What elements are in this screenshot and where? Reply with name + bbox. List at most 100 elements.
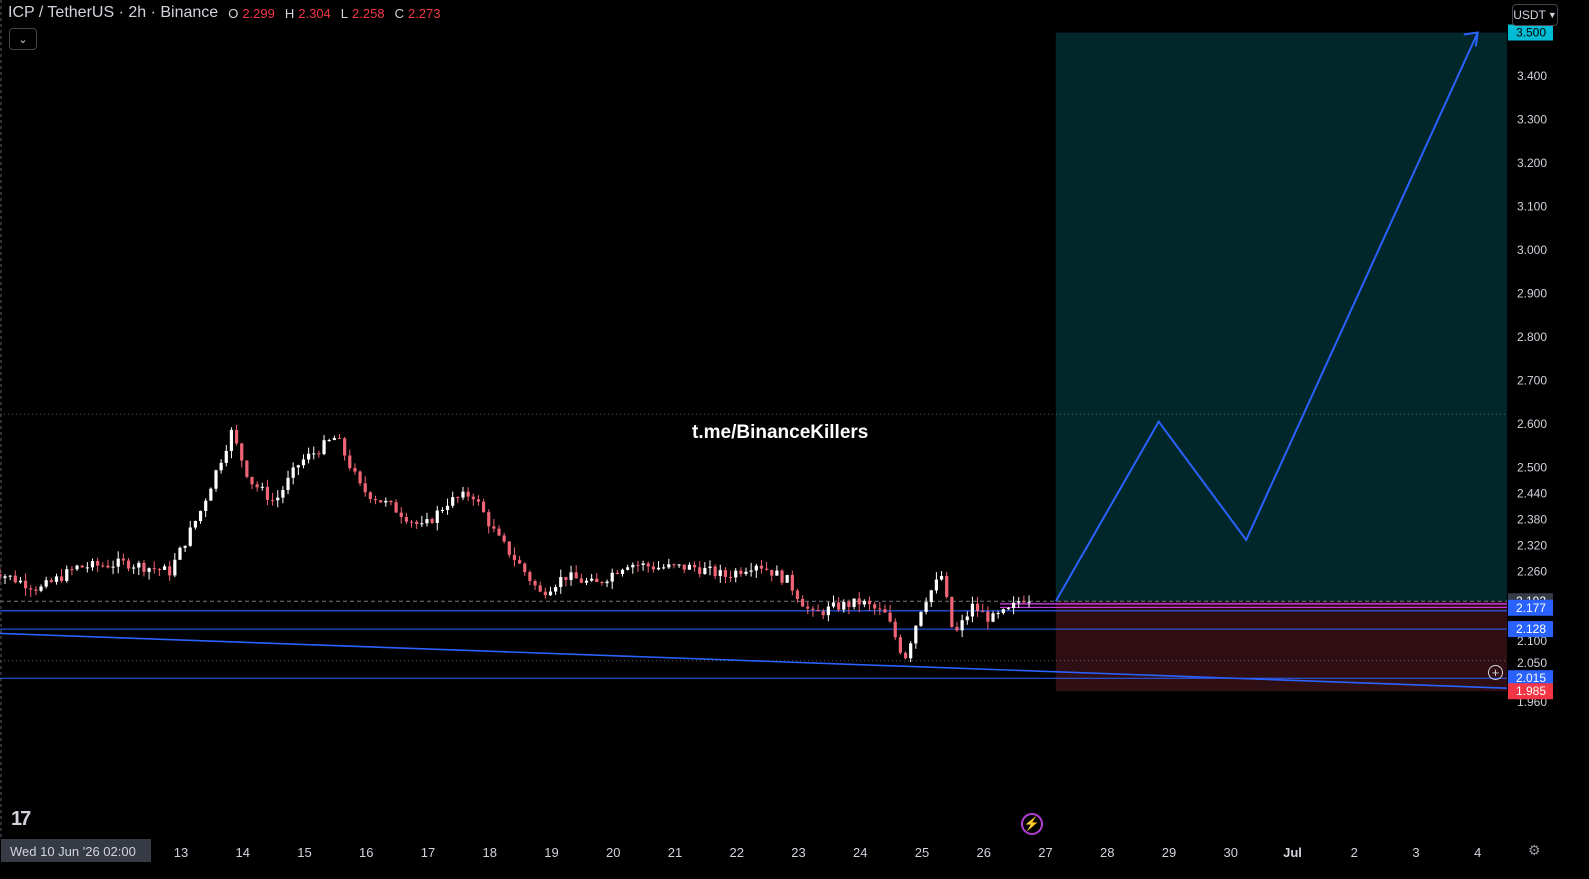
candle-body: [723, 570, 728, 577]
time-tick: 19: [544, 845, 558, 860]
candle-body: [183, 545, 187, 548]
candle-body: [111, 566, 115, 568]
candle-body: [147, 568, 151, 572]
candle-body: [121, 558, 125, 561]
candle-body: [224, 450, 228, 463]
symbol-header: ICP / TetherUS · 2h · Binance O 2.299 H 2.…: [8, 4, 441, 22]
candle-body: [34, 589, 38, 591]
candle-body: [312, 453, 316, 455]
candle-body: [29, 588, 33, 590]
time-axis-bg: [0, 838, 1507, 879]
candle-body: [1022, 601, 1026, 603]
symbol-title[interactable]: ICP / TetherUS · 2h · Binance: [8, 4, 218, 22]
candle-body: [137, 562, 141, 568]
candle-body: [888, 612, 892, 622]
candle-body: [826, 606, 830, 616]
price-label: 2.128: [1516, 622, 1546, 636]
price-tick: 2.440: [1517, 486, 1547, 500]
candle-body: [538, 585, 542, 592]
candle-body: [955, 626, 959, 631]
candle-body: [229, 429, 234, 451]
candle-body: [337, 438, 342, 440]
open-label: O: [228, 5, 239, 21]
time-tick: 26: [977, 845, 991, 860]
add-alert-plus-icon[interactable]: +: [1488, 665, 1503, 680]
candle-body: [919, 611, 923, 626]
crosshair-date: Wed 10 Jun '26 02:00: [10, 844, 136, 859]
candle-body: [548, 591, 553, 596]
candle-body: [584, 580, 589, 583]
candle-body: [389, 500, 393, 503]
high-label: H: [284, 5, 295, 21]
time-tick: 16: [359, 845, 373, 860]
candle-body: [991, 613, 995, 622]
candle-body: [975, 603, 980, 612]
price-tick: 3.300: [1517, 112, 1547, 126]
candle-body: [193, 521, 198, 528]
price-tick: 2.320: [1517, 539, 1547, 553]
candle-body: [152, 568, 156, 570]
candle-body: [965, 616, 969, 621]
candle-body: [662, 567, 666, 569]
time-tick: 20: [606, 845, 620, 860]
candle-body: [209, 488, 213, 501]
candle-body: [445, 505, 450, 510]
currency-button[interactable]: USDT ▼: [1512, 4, 1558, 26]
price-label: 2.015: [1516, 671, 1546, 685]
candle-body: [831, 602, 836, 607]
candle-body: [960, 620, 964, 631]
candle-body: [404, 517, 408, 522]
candle-body: [502, 535, 506, 542]
candle-body: [811, 608, 815, 610]
candle-body: [837, 602, 841, 610]
candle-body: [718, 570, 722, 577]
candle-body: [713, 566, 717, 577]
gear-icon[interactable]: ⚙: [1528, 842, 1541, 859]
price-axis-bg: [1507, 0, 1589, 879]
candle-body: [204, 500, 208, 511]
lightning-icon[interactable]: ⚡: [1021, 813, 1043, 835]
candle-body: [60, 576, 64, 581]
candle-body: [219, 462, 223, 471]
candle-body: [363, 483, 367, 493]
candle-body: [507, 541, 511, 555]
candle-body: [1017, 601, 1021, 603]
candle-body: [214, 470, 218, 489]
candle-body: [867, 600, 872, 605]
price-tick: 2.260: [1517, 565, 1547, 579]
price-tick: 2.380: [1517, 512, 1547, 526]
candle-body: [168, 566, 172, 576]
collapse-legend-button[interactable]: ⌄: [9, 28, 37, 50]
candle-body: [615, 572, 619, 574]
candle-body: [466, 491, 470, 497]
candle-body: [420, 523, 424, 525]
low-label: L: [340, 5, 349, 21]
candle-body: [430, 518, 434, 523]
candle-body: [698, 567, 702, 575]
candle-body: [677, 564, 681, 566]
candle-body: [39, 586, 43, 591]
candle-body: [286, 477, 290, 490]
candle-body: [497, 528, 501, 536]
candle-body: [1001, 609, 1005, 614]
candle-body: [790, 574, 794, 591]
candle-body: [523, 563, 527, 573]
candle-body: [96, 561, 100, 566]
candle-body: [590, 578, 594, 581]
candle-body: [80, 565, 84, 568]
candle-body: [734, 570, 738, 578]
candle-body: [291, 467, 295, 478]
candle-body: [296, 465, 300, 468]
candle-body: [234, 429, 239, 444]
candle-body: [656, 567, 661, 570]
candle-body: [775, 570, 779, 576]
price-tick: 2.050: [1517, 656, 1547, 670]
candle-body: [368, 492, 372, 500]
candle-body: [157, 569, 161, 571]
candles: [0, 424, 1031, 663]
candle-body: [276, 497, 280, 501]
candle-body: [3, 576, 7, 578]
candle-body: [569, 572, 573, 580]
candle-body: [641, 563, 645, 566]
candle-body: [744, 571, 748, 574]
